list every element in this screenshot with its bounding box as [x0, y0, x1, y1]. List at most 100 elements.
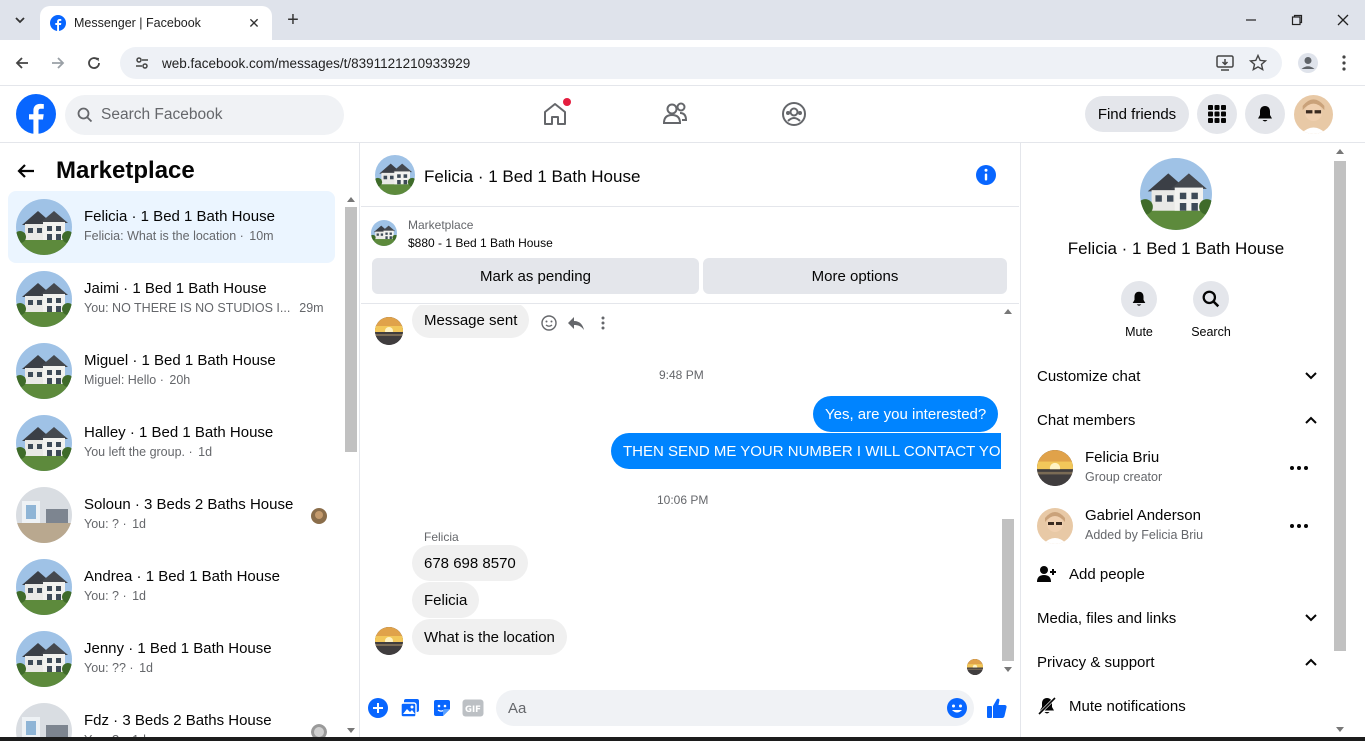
account-avatar[interactable] [1294, 95, 1333, 134]
conversation-item[interactable]: Fdz · 3 Beds 2 Baths House You: ? · 1d [8, 695, 335, 741]
message-thread-scrollbar[interactable] [1001, 305, 1015, 680]
minimize-icon[interactable] [1241, 10, 1261, 30]
conversation-avatar [16, 559, 72, 615]
profile-icon[interactable] [1296, 51, 1320, 75]
message-bubble-outgoing[interactable]: Yes, are you interested? [813, 396, 999, 432]
address-bar[interactable]: web.facebook.com/messages/t/839112121093… [120, 47, 1282, 79]
scrollbar-thumb[interactable] [345, 207, 357, 452]
conversation-time: 10m [249, 229, 274, 243]
message-input-placeholder: Aa [508, 699, 527, 717]
home-notification-dot [563, 98, 571, 106]
marketplace-listing-bar: Marketplace $880 - 1 Bed 1 Bath House Ma… [361, 208, 1019, 304]
conversation-item[interactable]: Jaimi · 1 Bed 1 Bath House You: NO THERE… [8, 263, 335, 335]
more-horizontal-icon[interactable] [1289, 458, 1309, 478]
listing-thumbnail[interactable] [371, 220, 397, 246]
reload-icon[interactable] [82, 51, 106, 75]
react-emoji-icon[interactable] [541, 315, 557, 331]
message-timestamp: 10:06 PM [657, 493, 709, 507]
new-tab-icon[interactable]: + [282, 8, 304, 32]
back-icon[interactable] [10, 51, 34, 75]
emoji-icon[interactable] [946, 697, 968, 719]
message-input[interactable]: Aa [496, 690, 974, 726]
conversation-preview: You: ? [84, 589, 119, 603]
message-bubble-incoming[interactable]: Felicia [412, 582, 480, 618]
restore-icon[interactable] [1287, 10, 1307, 30]
info-icon[interactable] [975, 164, 997, 186]
media-files-links-section[interactable]: Media, files and links [1037, 604, 1317, 632]
photo-icon[interactable] [399, 697, 421, 719]
more-vertical-icon[interactable] [595, 315, 611, 331]
more-horizontal-icon[interactable] [1289, 516, 1309, 536]
message-bubble-outgoing[interactable]: THEN SEND ME YOUR NUMBER I WILL CONTACT … [611, 433, 1001, 469]
customize-chat-section[interactable]: Customize chat [1037, 362, 1317, 390]
message-bubble-incoming[interactable]: What is the location [412, 619, 567, 655]
search-icon [77, 107, 93, 123]
browser-menu-icon[interactable] [1332, 51, 1356, 75]
mute-button[interactable]: Mute [1109, 281, 1169, 339]
svg-text:GIF: GIF [465, 705, 481, 715]
conversation-list-scrollbar[interactable] [344, 195, 358, 741]
thumbs-up-icon[interactable] [985, 697, 1009, 719]
mute-notifications-label: Mute notifications [1069, 697, 1186, 715]
chat-members-section[interactable]: Chat members [1037, 406, 1317, 434]
close-window-icon[interactable] [1333, 10, 1353, 30]
search-in-chat-button[interactable]: Search [1181, 281, 1241, 339]
conversation-item[interactable]: Halley · 1 Bed 1 Bath House You left the… [8, 407, 335, 479]
menu-grid-icon[interactable] [1197, 94, 1237, 134]
scroll-down-arrow-icon[interactable] [1004, 667, 1012, 672]
chat-member-item[interactable]: Gabriel Anderson Added by Felicia Briu [1037, 504, 1321, 548]
privacy-support-section[interactable]: Privacy & support [1037, 648, 1317, 676]
gif-icon[interactable]: GIF [462, 697, 484, 719]
facebook-logo-icon[interactable] [16, 94, 56, 134]
more-options-button[interactable]: More options [703, 258, 1007, 294]
chat-info-avatar[interactable] [1140, 158, 1212, 230]
sticker-icon[interactable] [431, 697, 453, 719]
facebook-search-input[interactable]: Search Facebook [65, 95, 344, 135]
chevron-down-icon [1305, 372, 1317, 380]
conversation-item[interactable]: Felicia · 1 Bed 1 Bath House Felicia: Wh… [8, 191, 335, 263]
mark-as-pending-button[interactable]: Mark as pending [372, 258, 699, 294]
tab-search-icon[interactable] [8, 8, 32, 32]
close-tab-icon[interactable]: ✕ [246, 15, 262, 32]
scroll-down-arrow-icon[interactable] [1336, 727, 1344, 732]
scroll-down-arrow-icon[interactable] [347, 728, 355, 733]
member-avatar [1037, 450, 1073, 486]
chevron-up-icon [1305, 658, 1317, 666]
conversation-item[interactable]: Andrea · 1 Bed 1 Bath House You: ? · 1d [8, 551, 335, 623]
nav-groups-icon[interactable] [780, 100, 808, 128]
find-friends-button[interactable]: Find friends [1085, 96, 1189, 132]
scroll-up-arrow-icon[interactable] [1004, 309, 1012, 314]
site-settings-icon[interactable] [134, 55, 150, 71]
add-plus-icon[interactable] [367, 697, 389, 719]
forward-icon[interactable] [46, 51, 70, 75]
conversation-item[interactable]: Jenny · 1 Bed 1 Bath House You: ?? · 1d [8, 623, 335, 695]
nav-friends-icon[interactable] [661, 100, 689, 128]
chat-member-item[interactable]: Felicia Briu Group creator [1037, 446, 1321, 490]
member-name: Gabriel Anderson [1085, 507, 1201, 524]
nav-home-icon[interactable] [541, 98, 571, 128]
chat-avatar[interactable] [375, 155, 415, 195]
mute-notifications-button[interactable]: Mute notifications [1037, 692, 1186, 720]
scrollbar-thumb[interactable] [1334, 161, 1346, 651]
chat-title[interactable]: Felicia · 1 Bed 1 Bath House [424, 167, 640, 187]
chat-info-scrollbar[interactable] [1333, 147, 1347, 741]
browser-tab[interactable]: Messenger | Facebook ✕ [40, 6, 272, 40]
conversation-item[interactable]: Miguel · 1 Bed 1 Bath House Miguel: Hell… [8, 335, 335, 407]
reply-icon[interactable] [567, 315, 585, 331]
message-bubble-incoming[interactable]: Message sent [412, 305, 530, 338]
conversation-avatar [16, 199, 72, 255]
scroll-up-arrow-icon[interactable] [1336, 149, 1344, 154]
chat-info-name: Felicia · 1 Bed 1 Bath House [1067, 239, 1285, 258]
bookmark-star-icon[interactable] [1248, 53, 1268, 73]
scroll-up-arrow-icon[interactable] [347, 197, 355, 202]
conversation-item[interactable]: Soloun · 3 Beds 2 Baths House You: ? · 1… [8, 479, 335, 551]
add-people-button[interactable]: Add people [1037, 560, 1145, 588]
back-arrow-icon[interactable] [16, 161, 36, 181]
scrollbar-thumb[interactable] [1002, 519, 1014, 661]
notifications-bell-icon[interactable] [1245, 94, 1285, 134]
listing-price-title[interactable]: $880 - 1 Bed 1 Bath House [408, 236, 553, 250]
install-app-icon[interactable] [1215, 53, 1235, 73]
conversation-name: Jenny · 1 Bed 1 Bath House [84, 640, 272, 657]
browser-toolbar: web.facebook.com/messages/t/839112121093… [0, 40, 1365, 86]
message-bubble-incoming[interactable]: 678 698 8570 [412, 545, 528, 581]
